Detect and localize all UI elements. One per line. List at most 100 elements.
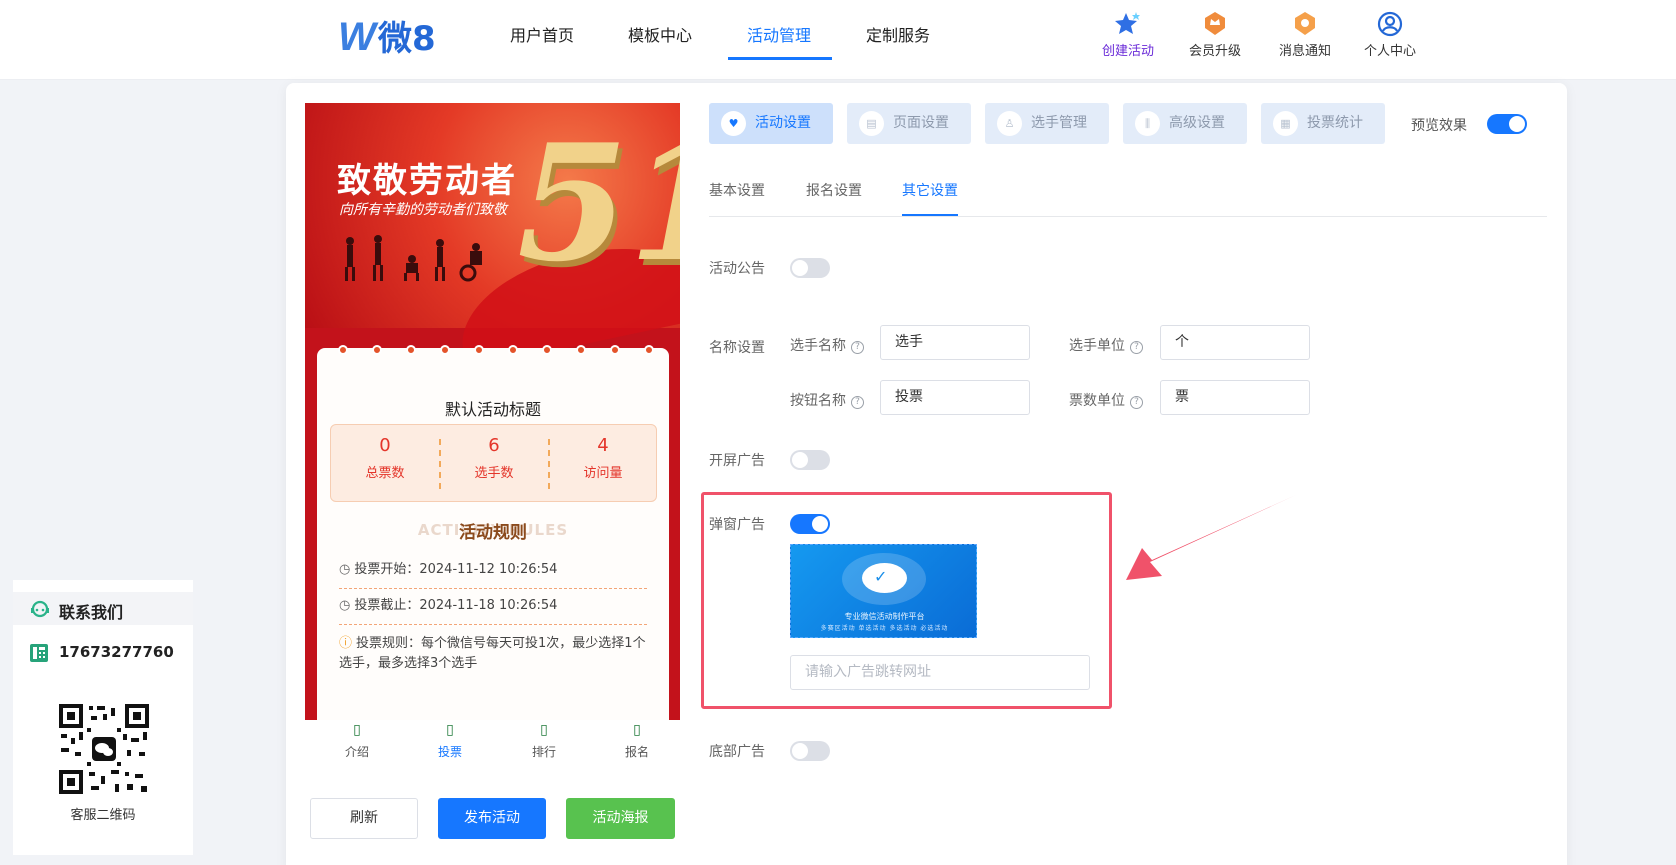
rules-title: 活动规则 xyxy=(459,523,527,543)
tabbar-vote[interactable]: ▯ 投票 xyxy=(420,722,480,760)
personal-center-button[interactable]: 个人中心 xyxy=(1350,10,1430,59)
workers-silhouette-icon xyxy=(345,235,482,282)
ad-image-subcaption: 多赛区活动 单选活动 多选活动 必选活动 xyxy=(820,625,949,632)
vote-unit-input[interactable]: 票 xyxy=(1160,380,1310,415)
svg-text:W: W xyxy=(338,15,379,58)
subtab-other-settings[interactable]: 其它设置 xyxy=(902,180,958,200)
binder-ring xyxy=(610,345,620,355)
clock-icon: ◷ xyxy=(339,562,351,577)
rule-vote-policy: ⓘ 投票规则：每个微信号每天可投1次，最少选择1个选手，最多选择3个选手 xyxy=(339,636,646,671)
binder-ring xyxy=(440,345,450,355)
signup-icon: ▯ xyxy=(633,722,641,738)
nav-user-home[interactable]: 用户首页 xyxy=(510,22,574,46)
player-unit-label: 选手单位? xyxy=(1069,335,1143,355)
member-upgrade-button[interactable]: 会员升级 xyxy=(1175,10,1255,59)
nav-active-underline xyxy=(728,57,832,60)
bottom-ad-toggle[interactable] xyxy=(790,741,830,761)
pointer-arrow-icon xyxy=(1126,495,1296,580)
binder-ring xyxy=(576,345,586,355)
button-name-label: 按钮名称? xyxy=(790,390,864,410)
help-icon[interactable]: ? xyxy=(1130,396,1143,409)
player-unit-input[interactable]: 个 xyxy=(1160,325,1310,360)
tabbar-ranking[interactable]: ▯ 排行 xyxy=(514,722,574,760)
binder-ring xyxy=(508,345,518,355)
popup-ad-toggle[interactable] xyxy=(790,514,830,534)
phone-icon xyxy=(30,644,48,662)
binder-ring xyxy=(474,345,484,355)
activity-title: 默认活动标题 xyxy=(444,400,541,419)
customer-service-icon xyxy=(31,600,49,618)
tabbar-signup[interactable]: ▯ 报名 xyxy=(607,722,667,760)
rule-vote-end: ◷ 投票截止：2024-11-18 10:26:54 xyxy=(339,596,647,625)
top-navbar: W 微8 用户首页 模板中心 活动管理 定制服务 创建活动 会员升级 消息通知 … xyxy=(0,0,1676,80)
preview-effect-toggle[interactable] xyxy=(1487,114,1527,134)
announcement-toggle[interactable] xyxy=(790,258,830,278)
crown-badge-icon xyxy=(1205,12,1225,35)
tabbar-intro[interactable]: ▯ 介绍 xyxy=(327,722,387,760)
qr-code-label: 客服二维码 xyxy=(70,808,136,823)
check-icon: ✓ xyxy=(874,567,888,586)
refresh-button[interactable]: 刷新 xyxy=(310,798,418,839)
vote-unit-label: 票数单位? xyxy=(1069,390,1143,410)
naming-label: 名称设置 xyxy=(709,340,765,356)
binder-ring xyxy=(338,345,348,355)
popup-ad-image[interactable]: ✓ 专业微信活动制作平台 多赛区活动 单选活动 多选活动 必选活动 xyxy=(790,544,977,638)
brand-logo[interactable]: W 微8 xyxy=(338,14,448,58)
intro-icon: ▯ xyxy=(353,722,361,738)
preview-content-card: 默认活动标题 0 总票数 6 选手数 4 访问量 ACTIVITY RULES … xyxy=(317,348,669,720)
banner-title: 致敬劳动者 xyxy=(337,161,517,201)
nav-template-center[interactable]: 模板中心 xyxy=(628,22,692,46)
popup-ad-url-input[interactable]: 请输入广告跳转网址 xyxy=(790,655,1090,690)
stat-visits: 4 访问量 xyxy=(583,435,623,481)
button-name-input[interactable]: 投票 xyxy=(880,380,1030,415)
ranking-icon: ▯ xyxy=(540,722,548,738)
star-create-icon xyxy=(1115,12,1140,34)
preview-banner: 51 致敬劳动者 向所有辛勤的劳动者们致敬 xyxy=(305,103,680,370)
stats-box: 0 总票数 6 选手数 4 访问量 xyxy=(330,424,657,502)
contact-phone[interactable]: 17673277760 xyxy=(59,643,174,661)
subtab-divider xyxy=(709,216,1547,217)
contact-title: 联系我们 xyxy=(59,603,124,622)
help-icon[interactable]: ? xyxy=(851,341,864,354)
nav-activity-management[interactable]: 活动管理 xyxy=(747,22,811,46)
player-name-label: 选手名称? xyxy=(790,335,864,355)
info-circle-icon: ⓘ xyxy=(339,636,353,651)
vote-icon: ▯ xyxy=(446,722,454,738)
heart-icon: ♥ xyxy=(721,111,746,136)
tab-activity-settings[interactable]: ♥ 活动设置 xyxy=(709,103,833,144)
stat-player-count: 6 选手数 xyxy=(474,435,514,481)
user-circle-icon xyxy=(1377,11,1403,37)
tab-vote-statistics[interactable]: ▦ 投票统计 xyxy=(1261,103,1385,144)
qr-code-icon xyxy=(57,702,151,796)
binder-ring xyxy=(372,345,382,355)
preview-tabbar: ▯ 介绍 ▯ 投票 ▯ 排行 ▯ 报名 xyxy=(305,720,680,770)
message-notice-button[interactable]: 消息通知 xyxy=(1265,10,1345,59)
sliders-icon: ⫼ xyxy=(1135,111,1160,136)
nav-custom-service[interactable]: 定制服务 xyxy=(866,22,930,46)
tab-player-management[interactable]: ♙ 选手管理 xyxy=(985,103,1109,144)
bell-badge-icon xyxy=(1295,12,1315,35)
chart-icon: ▦ xyxy=(1273,111,1298,136)
banner-number: 51 xyxy=(517,109,680,297)
binder-ring xyxy=(542,345,552,355)
subtab-basic-settings[interactable]: 基本设置 xyxy=(709,180,765,200)
splash-ad-toggle[interactable] xyxy=(790,450,830,470)
binder-ring xyxy=(406,345,416,355)
publish-activity-button[interactable]: 发布活动 xyxy=(438,798,546,839)
create-activity-button[interactable]: 创建活动 xyxy=(1088,10,1168,59)
subtab-signup-settings[interactable]: 报名设置 xyxy=(806,180,862,200)
splash-ad-label: 开屏广告 xyxy=(709,453,765,469)
rule-vote-start: ◷ 投票开始：2024-11-12 10:26:54 xyxy=(339,560,647,589)
help-icon[interactable]: ? xyxy=(1130,341,1143,354)
tab-advanced-settings[interactable]: ⫼ 高级设置 xyxy=(1123,103,1247,144)
preview-effect-label: 预览效果 xyxy=(1411,118,1467,134)
tab-page-settings[interactable]: ▤ 页面设置 xyxy=(847,103,971,144)
page-icon: ▤ xyxy=(859,111,884,136)
activity-poster-button[interactable]: 活动海报 xyxy=(566,798,675,839)
binder-ring xyxy=(644,345,654,355)
help-icon[interactable]: ? xyxy=(851,396,864,409)
phone-preview: 51 致敬劳动者 向所有辛勤的劳动者们致敬 默认活动标题 0 总票数 6 选手数 xyxy=(305,103,680,720)
contact-panel: 联系我们 17673277760 客服二维码 xyxy=(13,580,193,855)
player-name-input[interactable]: 选手 xyxy=(880,325,1030,360)
clock-icon: ◷ xyxy=(339,598,351,613)
